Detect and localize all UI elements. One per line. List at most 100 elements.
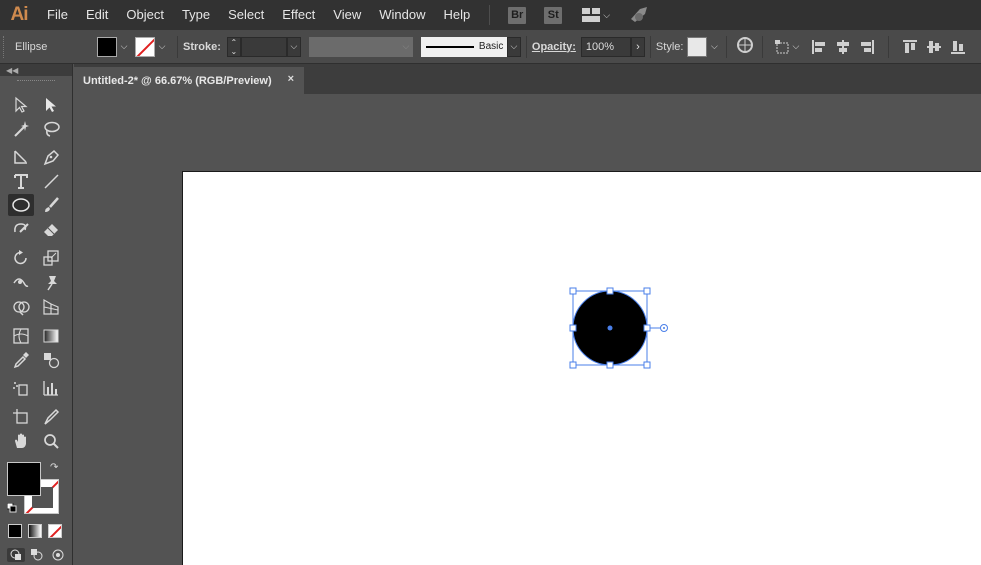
menu-window[interactable]: Window	[370, 0, 434, 30]
artboard-icon	[13, 409, 28, 424]
menu-bar: Ai File Edit Object Type Select Effect V…	[0, 0, 981, 30]
symbol-sprayer-tool[interactable]	[9, 377, 33, 399]
menu-view[interactable]: View	[324, 0, 370, 30]
curvature-tool[interactable]	[9, 146, 33, 168]
artboard[interactable]	[182, 171, 981, 565]
document-tab[interactable]: Untitled-2* @ 66.67% (RGB/Preview) ×	[74, 67, 304, 94]
graphic-style-dropdown[interactable]: ⌵	[707, 37, 721, 57]
menu-help[interactable]: Help	[434, 0, 479, 30]
tools-panel-header[interactable]: ◀◀	[0, 64, 72, 76]
stock-button[interactable]: St	[544, 6, 563, 24]
artboard-tool[interactable]	[9, 406, 33, 428]
menu-items: File Edit Object Type Select Effect View…	[38, 0, 479, 30]
control-bar-grip[interactable]	[3, 35, 9, 58]
brush-dropdown[interactable]: ⌵	[506, 36, 521, 57]
fill-color-box[interactable]	[7, 462, 41, 496]
stroke-swatch[interactable]	[135, 36, 155, 57]
align-vertical-center-icon[interactable]	[926, 39, 942, 55]
color-wheel-icon	[737, 37, 754, 53]
align-to-button[interactable]: ⌵	[774, 39, 799, 55]
pen-tool[interactable]	[39, 146, 63, 168]
swap-fill-stroke-icon[interactable]: ↷	[50, 462, 58, 473]
hand-tool[interactable]	[9, 430, 33, 452]
graphic-style-swatch[interactable]	[687, 36, 708, 57]
selection-type-label: Ellipse	[15, 40, 48, 53]
default-fill-stroke-icon[interactable]	[6, 502, 17, 516]
width-tool[interactable]	[9, 271, 33, 293]
stroke-weight-dropdown[interactable]: ⌵	[286, 36, 301, 57]
document-tab-bar: Untitled-2* @ 66.67% (RGB/Preview) ×	[74, 64, 981, 94]
divider	[649, 35, 651, 58]
menu-select[interactable]: Select	[219, 0, 273, 30]
variable-width-profile[interactable]	[308, 36, 399, 57]
recolor-artwork-button[interactable]	[736, 36, 754, 57]
eyedropper-tool[interactable]	[9, 349, 33, 371]
perspective-grid-tool[interactable]	[39, 296, 63, 318]
none-slash-icon	[49, 525, 61, 537]
rotate-tool[interactable]	[9, 247, 33, 269]
fill-swatch[interactable]	[97, 36, 117, 57]
align-left-icon[interactable]	[811, 39, 827, 55]
mesh-tool[interactable]	[9, 325, 33, 347]
zoom-tool[interactable]	[39, 430, 63, 452]
align-buttons	[811, 35, 966, 58]
puppet-warp-tool[interactable]	[39, 271, 63, 293]
tools-panel-grip[interactable]	[0, 76, 72, 84]
column-graph-icon	[43, 381, 58, 396]
blend-icon	[44, 353, 60, 369]
direct-selection-tool[interactable]	[39, 94, 63, 116]
menu-object[interactable]: Object	[117, 0, 173, 30]
magic-wand-tool[interactable]	[9, 118, 33, 140]
eraser-tool[interactable]	[39, 218, 63, 240]
center-point	[607, 325, 613, 331]
stroke-dropdown[interactable]: ⌵	[155, 37, 169, 57]
slice-tool[interactable]	[39, 406, 63, 428]
menu-type[interactable]: Type	[173, 0, 219, 30]
align-horizontal-center-icon[interactable]	[835, 39, 851, 55]
magnifier-icon	[44, 434, 59, 449]
variable-width-dropdown[interactable]: ⌵	[398, 36, 413, 57]
draw-normal-button[interactable]	[7, 548, 25, 562]
none-button[interactable]	[48, 524, 62, 538]
symbol-sprayer-icon	[13, 382, 28, 396]
selection-tool[interactable]	[9, 94, 33, 116]
lasso-tool[interactable]	[39, 118, 63, 140]
column-graph-tool[interactable]	[39, 377, 63, 399]
ellipse-tool[interactable]	[8, 194, 34, 216]
draw-behind-button[interactable]	[28, 548, 46, 562]
paintbrush-tool[interactable]	[39, 194, 63, 216]
align-right-icon[interactable]	[859, 39, 875, 55]
stroke-weight-stepper[interactable]: ⌃ ⌄	[226, 36, 241, 57]
blend-tool[interactable]	[39, 349, 63, 371]
scale-tool[interactable]	[39, 247, 63, 269]
gpu-performance-button[interactable]	[628, 5, 650, 26]
gradient-button[interactable]	[28, 524, 42, 538]
opacity-field[interactable]: 100%	[580, 36, 631, 57]
align-top-icon[interactable]	[902, 39, 918, 55]
collapse-icon[interactable]: ◀◀	[6, 66, 18, 75]
align-bottom-icon[interactable]	[950, 39, 966, 55]
bridge-button[interactable]: Br	[508, 6, 527, 24]
screen-mode-button[interactable]	[49, 548, 67, 562]
style-label: Style:	[655, 40, 684, 53]
line-segment-tool[interactable]	[39, 170, 63, 192]
opacity-expand[interactable]: ›	[630, 36, 645, 57]
draw-normal-icon	[10, 549, 21, 560]
menu-file[interactable]: File	[38, 0, 77, 30]
close-icon[interactable]: ×	[288, 73, 294, 85]
arrange-documents-button[interactable]: ⌵	[582, 8, 610, 22]
gradient-tool[interactable]	[39, 325, 63, 347]
shape-builder-tool[interactable]	[9, 296, 33, 318]
color-button[interactable]	[8, 524, 22, 538]
type-tool[interactable]	[9, 170, 33, 192]
lasso-icon	[44, 121, 60, 137]
brush-definition[interactable]: Basic	[420, 36, 507, 57]
none-slash-icon	[136, 38, 154, 56]
fill-dropdown[interactable]: ⌵	[117, 37, 131, 57]
canvas-area[interactable]	[74, 94, 981, 565]
menu-effect[interactable]: Effect	[273, 0, 324, 30]
opacity-label[interactable]: Opacity:	[532, 41, 576, 53]
menu-edit[interactable]: Edit	[77, 0, 117, 30]
shaper-tool[interactable]	[9, 218, 33, 240]
stroke-weight-field[interactable]	[240, 36, 287, 57]
